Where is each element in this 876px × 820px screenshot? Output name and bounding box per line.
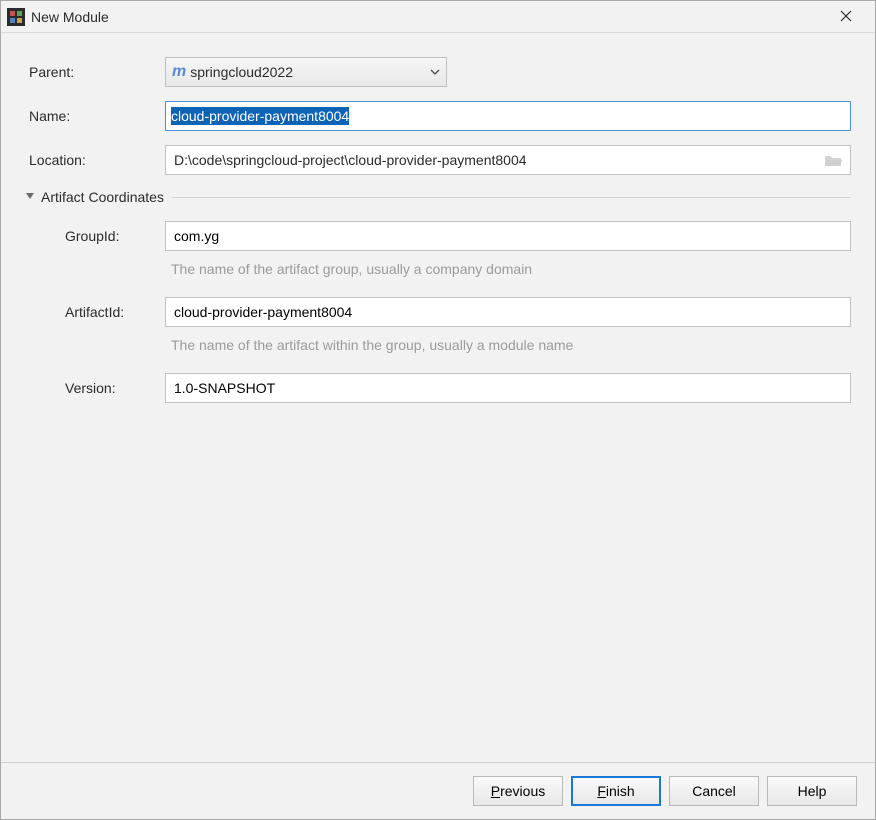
- location-value: D:\code\springcloud-project\cloud-provid…: [174, 152, 824, 168]
- parent-value: springcloud2022: [190, 64, 430, 80]
- location-label: Location:: [25, 152, 165, 168]
- version-label: Version:: [25, 380, 165, 396]
- artifactid-row: ArtifactId:: [25, 297, 851, 327]
- location-row: Location: D:\code\springcloud-project\cl…: [25, 145, 851, 175]
- artifactid-input[interactable]: [165, 297, 851, 327]
- chevron-down-icon: [25, 191, 35, 204]
- groupid-row: GroupId:: [25, 221, 851, 251]
- version-row: Version:: [25, 373, 851, 403]
- groupid-input[interactable]: [165, 221, 851, 251]
- artifact-section-label: Artifact Coordinates: [41, 189, 164, 205]
- finish-button[interactable]: Finish: [571, 776, 661, 806]
- dialog-window: New Module Parent: m springcloud2022 Nam…: [0, 0, 876, 820]
- name-label: Name:: [25, 108, 165, 124]
- close-button[interactable]: [823, 9, 869, 25]
- name-row: Name: cloud-provider-payment8004: [25, 101, 851, 131]
- dialog-footer: Previous Finish Cancel Help: [1, 762, 875, 819]
- title-bar: New Module: [1, 1, 875, 33]
- help-button[interactable]: Help: [767, 776, 857, 806]
- dialog-content: Parent: m springcloud2022 Name: cloud-pr…: [1, 33, 875, 762]
- name-value-selection: cloud-provider-payment8004: [171, 107, 349, 125]
- parent-label: Parent:: [25, 64, 165, 80]
- section-divider: [172, 197, 851, 198]
- location-field[interactable]: D:\code\springcloud-project\cloud-provid…: [165, 145, 851, 175]
- groupid-help: The name of the artifact group, usually …: [25, 261, 851, 277]
- window-title: New Module: [31, 9, 109, 25]
- artifactid-help: The name of the artifact within the grou…: [25, 337, 851, 353]
- maven-icon: m: [172, 63, 186, 81]
- browse-folder-icon[interactable]: [824, 151, 842, 169]
- close-icon: [840, 10, 852, 22]
- previous-button[interactable]: Previous: [473, 776, 563, 806]
- app-icon: [7, 8, 25, 26]
- artifactid-label: ArtifactId:: [25, 304, 165, 320]
- version-input[interactable]: [165, 373, 851, 403]
- chevron-down-icon: [430, 67, 440, 78]
- artifact-section-header[interactable]: Artifact Coordinates: [25, 189, 851, 205]
- parent-combobox[interactable]: m springcloud2022: [165, 57, 447, 87]
- name-input[interactable]: cloud-provider-payment8004: [165, 101, 851, 131]
- groupid-label: GroupId:: [25, 228, 165, 244]
- parent-row: Parent: m springcloud2022: [25, 57, 851, 87]
- cancel-button[interactable]: Cancel: [669, 776, 759, 806]
